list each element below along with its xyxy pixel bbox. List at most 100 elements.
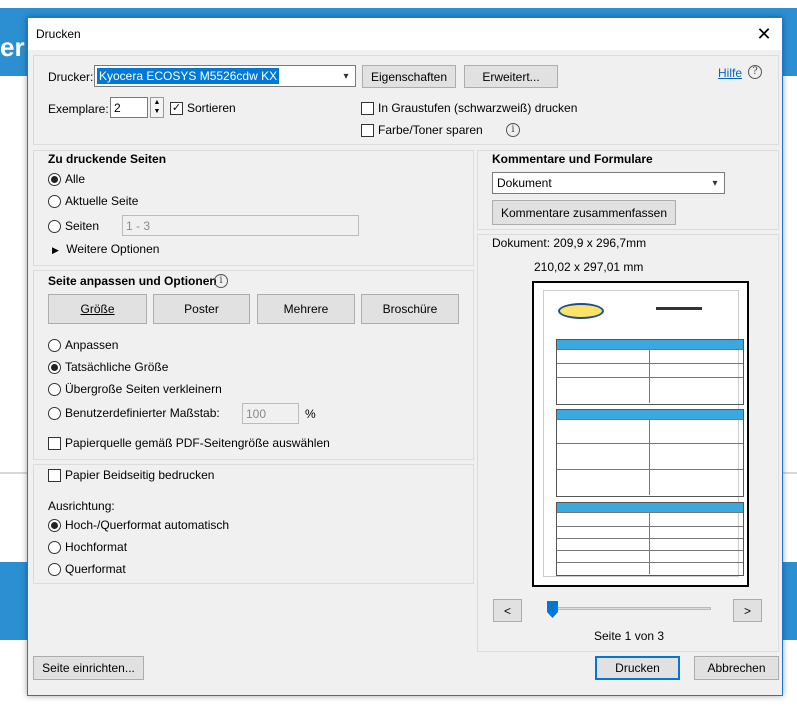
duplex-checkbox[interactable]: Papier Beidseitig bedrucken — [48, 468, 214, 482]
pages-range-input[interactable]: 1 - 3 — [122, 215, 359, 236]
preview-table-header — [557, 340, 743, 349]
radio-all[interactable]: Alle — [48, 172, 85, 186]
background-title: er — [0, 32, 25, 62]
printer-label: Drucker: — [48, 70, 94, 84]
preview-cell — [649, 513, 650, 526]
preview-table-3 — [556, 502, 744, 576]
next-page-button[interactable]: > — [733, 599, 762, 622]
checkbox-box — [48, 436, 61, 450]
radio-shrink[interactable]: Übergroße Seiten verkleinern — [48, 382, 222, 396]
radio-circle — [48, 360, 61, 374]
more-options-toggle[interactable]: ▶ Weitere Optionen — [52, 242, 159, 256]
checkmark-icon: ✓ — [170, 101, 183, 115]
prev-page-button[interactable]: < — [493, 599, 522, 622]
save-toner-label: Farbe/Toner sparen — [378, 123, 483, 137]
size-button[interactable]: Größe — [48, 294, 147, 324]
preview-table-row — [557, 562, 743, 574]
percent-unit: % — [305, 407, 316, 421]
radio-circle — [48, 518, 61, 532]
copies-label: Exemplare: — [48, 102, 109, 116]
triangle-right-icon: ▶ — [52, 245, 59, 255]
printer-select-value: Kyocera ECOSYS M5526cdw KX — [97, 68, 280, 84]
print-button[interactable]: Drucken — [595, 656, 680, 680]
radio-auto-orientation[interactable]: Hoch-/Querformat automatisch — [48, 518, 229, 532]
help-link[interactable]: Hilfe — [718, 66, 742, 80]
radio-actual-size[interactable]: Tatsächliche Größe — [48, 360, 168, 374]
preview-table-header — [557, 410, 743, 419]
print-preview — [532, 281, 749, 587]
page-indicator: Seite 1 von 3 — [594, 629, 665, 643]
chevron-down-icon: ▾ — [343, 70, 349, 82]
custom-scale-input[interactable]: 100 — [242, 403, 299, 424]
page-slider-track[interactable] — [551, 607, 711, 610]
multiple-button[interactable]: Mehrere — [257, 294, 355, 324]
comments-select[interactable]: Dokument ▾ — [492, 172, 725, 194]
paper-source-label: Papierquelle gemäß PDF-Seitengröße auswä… — [65, 436, 330, 450]
radio-landscape-label: Querformat — [65, 562, 126, 576]
paper-source-checkbox[interactable]: Papierquelle gemäß PDF-Seitengröße auswä… — [48, 436, 330, 450]
preview-page — [543, 290, 744, 577]
radio-circle — [48, 219, 61, 233]
radio-portrait[interactable]: Hochformat — [48, 540, 127, 554]
preview-cell — [649, 470, 650, 495]
radio-circle — [48, 540, 61, 554]
preview-table-1 — [556, 339, 744, 405]
preview-table-row — [557, 550, 743, 562]
radio-portrait-label: Hochformat — [65, 540, 128, 554]
preview-cell — [649, 364, 650, 377]
info-icon[interactable]: i — [506, 123, 520, 137]
checkbox-box — [361, 123, 374, 137]
summarize-comments-button[interactable]: Kommentare zusammenfassen — [492, 200, 676, 225]
comments-heading: Kommentare und Formulare — [492, 152, 653, 166]
radio-circle — [48, 172, 61, 186]
radio-circle — [48, 382, 61, 396]
page-setup-button[interactable]: Seite einrichten... — [33, 656, 144, 680]
radio-auto-orientation-label: Hoch-/Querformat automatisch — [65, 518, 230, 532]
preview-cell — [649, 350, 650, 363]
printer-select[interactable]: Kyocera ECOSYS M5526cdw KX ▾ — [94, 65, 356, 87]
preview-table-row — [557, 469, 743, 495]
help-icon[interactable]: ? — [748, 65, 762, 79]
preview-cell — [649, 527, 650, 538]
chevron-down-icon: ▾ — [712, 177, 718, 189]
save-toner-checkbox[interactable]: Farbe/Toner sparen — [361, 123, 483, 137]
cancel-button[interactable]: Abbrechen — [694, 656, 779, 680]
grayscale-checkbox[interactable]: In Graustufen (schwarzweiß) drucken — [361, 101, 577, 115]
preview-table-row — [557, 526, 743, 538]
radio-circle — [48, 194, 61, 208]
preview-table-row — [557, 443, 743, 469]
radio-actual-size-label: Tatsächliche Größe — [65, 360, 169, 374]
poster-button[interactable]: Poster — [153, 294, 250, 324]
radio-pages[interactable]: Seiten — [48, 219, 99, 233]
copies-input[interactable]: 2 — [110, 97, 148, 118]
properties-button[interactable]: Eigenschaften — [362, 65, 456, 88]
preview-table-row — [557, 363, 743, 377]
grayscale-label: In Graustufen (schwarzweiß) drucken — [378, 101, 578, 115]
advanced-button[interactable]: Erweitert... — [464, 65, 558, 88]
preview-table-row — [557, 538, 743, 550]
preview-table-row — [557, 419, 743, 443]
copies-stepper[interactable]: ▲ ▼ — [150, 97, 164, 118]
radio-custom-scale-label: Benutzerdefinierter Maßstab: — [65, 406, 220, 420]
preview-cell — [649, 551, 650, 562]
more-options-label: Weitere Optionen — [66, 242, 160, 256]
radio-landscape[interactable]: Querformat — [48, 562, 126, 576]
checkbox-box — [361, 101, 374, 115]
title-bar: Drucken ✕ — [28, 18, 782, 50]
preview-cell — [649, 420, 650, 443]
booklet-button[interactable]: Broschüre — [361, 294, 459, 324]
radio-circle — [48, 562, 61, 576]
preview-heading-line — [656, 307, 702, 310]
dialog-title: Drucken — [36, 27, 81, 41]
close-icon[interactable]: ✕ — [752, 22, 776, 46]
sizing-heading: Seite anpassen und Optionen — [48, 274, 217, 288]
radio-fit[interactable]: Anpassen — [48, 338, 118, 352]
radio-current-page[interactable]: Aktuelle Seite — [48, 194, 138, 208]
pages-heading: Zu druckende Seiten — [48, 152, 167, 166]
collate-checkbox[interactable]: ✓ Sortieren — [170, 101, 236, 115]
size-button-label: Größe — [80, 302, 115, 316]
checkbox-box — [48, 468, 61, 482]
info-icon[interactable]: i — [214, 274, 228, 288]
preview-table-row — [557, 349, 743, 363]
radio-custom-scale[interactable]: Benutzerdefinierter Maßstab: — [48, 406, 220, 420]
